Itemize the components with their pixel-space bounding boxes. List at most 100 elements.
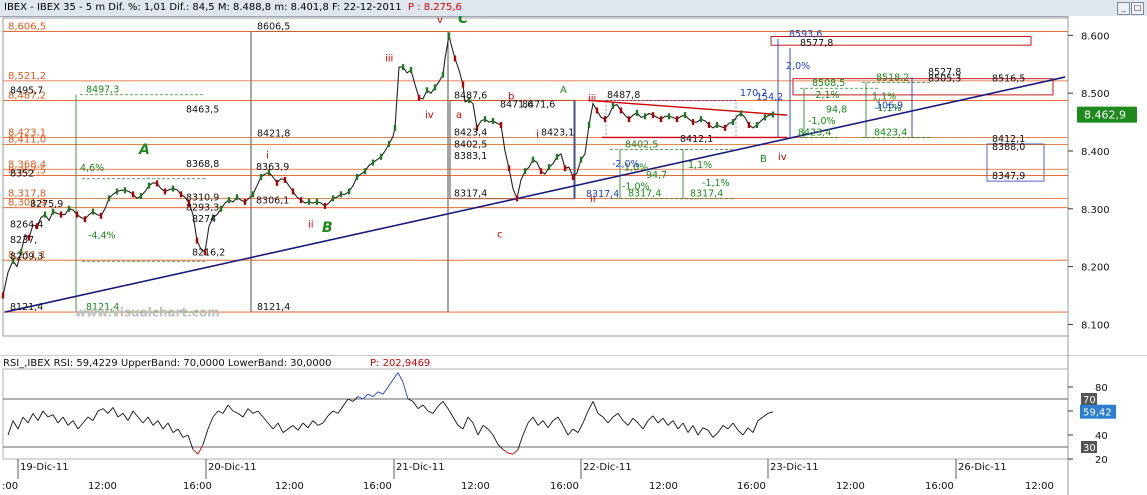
price-candle (587, 121, 591, 128)
rsi-p-label: P: 202,9469 (370, 358, 430, 369)
maximize-button[interactable]: □ (1131, 2, 1144, 15)
x-date-label: 19-Dic-11 (20, 462, 69, 473)
price-candle (251, 191, 255, 198)
level-value-label: 8368,8 (186, 159, 219, 170)
price-candle (579, 156, 583, 163)
price-candle (163, 188, 167, 195)
wave-label: C (458, 16, 469, 27)
level-value-label: 8487,8 (607, 90, 640, 101)
price-candle (627, 116, 631, 123)
price-candle (453, 55, 457, 62)
rsi-upper-band-value: 70 (1083, 395, 1096, 406)
wave-label: iii (385, 53, 393, 64)
x-time-label: 12:00 (649, 481, 678, 492)
x-time-label: :00 (2, 481, 18, 492)
price-candle (323, 202, 327, 209)
rsi-y-tick-label: 40 (1095, 431, 1108, 442)
level-value-label: 8471,6 (522, 100, 555, 111)
fib-level-label: 8,606,5 (8, 22, 46, 33)
price-candle (179, 191, 183, 198)
x-time-label: 12:00 (461, 481, 490, 492)
wave-label: B (760, 154, 767, 165)
projection-value-label: 1,1% (688, 160, 712, 171)
x-time-label: 12:00 (836, 481, 865, 492)
price-candle (707, 121, 711, 128)
price-candle (595, 107, 599, 114)
price-candle (667, 113, 671, 120)
price-candle (747, 121, 751, 128)
projection-value-label: -2,1% (812, 90, 840, 101)
price-candle (571, 174, 575, 180)
price-candle (307, 198, 311, 205)
level-value-label: 8495,7 (10, 86, 43, 97)
price-candle (691, 119, 695, 126)
price-candle (275, 179, 279, 186)
fib-level-label: 8,521,2 (8, 71, 46, 82)
price-candle (43, 211, 47, 218)
price-candle (387, 141, 391, 148)
x-time-label: 12:00 (275, 481, 304, 492)
price-candle (433, 84, 437, 91)
y-axis-panel (1068, 16, 1147, 355)
price-candle (425, 87, 429, 94)
x-time-label: 16:00 (550, 481, 579, 492)
projection-value-label: -4,4% (88, 231, 116, 242)
x-time-label: 12:00 (1025, 481, 1054, 492)
price-candle (675, 116, 679, 123)
wave-label: a (456, 110, 462, 121)
price-candle (331, 195, 335, 202)
level-value-label: 8237, (10, 235, 37, 246)
level-value-label: 8274 (192, 214, 216, 225)
current-price-value: 8.462,9 (1084, 109, 1126, 122)
level-value-label: 8216,2 (192, 247, 225, 258)
y-tick-label: 8.600 (1081, 31, 1110, 42)
level-value-label: 8388,0 (992, 142, 1025, 153)
rsi-lower-band-value: 30 (1083, 443, 1096, 454)
price-candle (763, 114, 767, 121)
rsi-y-tick-label: 20 (1095, 455, 1108, 466)
level-value-label: 8402,5 (454, 140, 487, 151)
price-candle (227, 197, 231, 204)
plot-area (2, 17, 1069, 337)
x-time-label: 16:00 (737, 481, 766, 492)
price-candle (555, 153, 559, 160)
price-candle (363, 168, 367, 175)
price-candle (611, 102, 615, 109)
rsi-chart[interactable]: RSI_,IBEX RSI: 59,4229 UpperBand: 70,000… (0, 355, 1147, 495)
wave-label: c (497, 230, 503, 241)
price-candle (1, 292, 5, 299)
price-candle (171, 185, 175, 192)
price-candle (91, 208, 95, 215)
price-candle (683, 112, 687, 119)
blue-value-label: -2,0% (612, 159, 640, 170)
price-candle (715, 121, 719, 128)
price-candle (635, 109, 639, 116)
level-value-label: 8505,3 (928, 74, 961, 85)
x-date-label: 21-Dic-11 (396, 462, 445, 473)
y-tick-label: 8.400 (1081, 147, 1110, 158)
level-value-label: 8347,9 (992, 171, 1025, 182)
wave-label: A (560, 85, 567, 96)
price-candle (651, 112, 655, 119)
price-candle (483, 116, 487, 123)
price-candle (195, 237, 199, 244)
level-value-label: 8606,5 (257, 22, 290, 33)
wave-label: v (437, 16, 443, 26)
price-chart[interactable]: 8,606,58,521,28,487,28,423,18,411,08,368… (0, 16, 1147, 355)
price-candle (83, 216, 87, 223)
projection-value-label: -1,1% (702, 178, 730, 189)
chart-header-title: IBEX - IBEX 35 - 5 m Dif. %: 1,01 Dif.: … (4, 2, 462, 13)
projection-value-label: 8508,5 (812, 78, 845, 89)
price-candle (723, 124, 727, 131)
price-candle (499, 121, 503, 128)
blue-value-label: 8593,6 (789, 29, 822, 40)
x-time-label: 12:00 (88, 481, 117, 492)
level-value-label: 8412,1 (680, 134, 713, 145)
minimize-button[interactable]: _ (1117, 2, 1130, 15)
price-candle (59, 211, 63, 218)
level-value-label: 8421,8 (257, 128, 290, 139)
rsi-y-tick-label: 80 (1095, 383, 1108, 394)
x-time-label: 16:00 (183, 481, 212, 492)
price-candle (393, 124, 397, 131)
x-date-label: 26-Dic-11 (958, 462, 1007, 473)
